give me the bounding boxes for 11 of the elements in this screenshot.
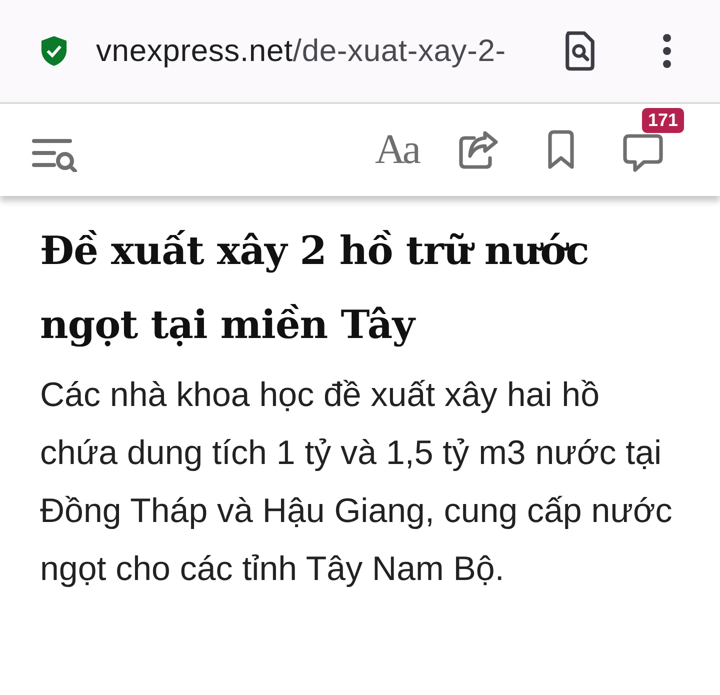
article-title: Đề xuất xây 2 hồ trữ nước ngọt tại miền Tây: [40, 227, 590, 350]
page-search-icon[interactable]: [564, 31, 596, 71]
bookmark-icon[interactable]: [546, 130, 576, 170]
more-icon[interactable]: [662, 34, 672, 68]
font-size-button[interactable]: Aa: [375, 126, 418, 174]
share-icon[interactable]: [458, 130, 500, 170]
comment-icon[interactable]: [622, 132, 664, 174]
article-summary: Các nhà khoa học đề xuất xây hai hồ chứa dung tích 1 tỷ và 1,5 tỷ m3 nước tại Đồng Tháp và Hậu Giang, cung cấp nước ngọt cho các tỉnh Tây Nam Bộ.: [40, 375, 674, 590]
list-search-icon[interactable]: [32, 138, 78, 172]
comment-count-badge: 171: [642, 108, 684, 132]
url-field[interactable]: vnexpress.net/de-xuat-xay-2-: [96, 33, 532, 69]
